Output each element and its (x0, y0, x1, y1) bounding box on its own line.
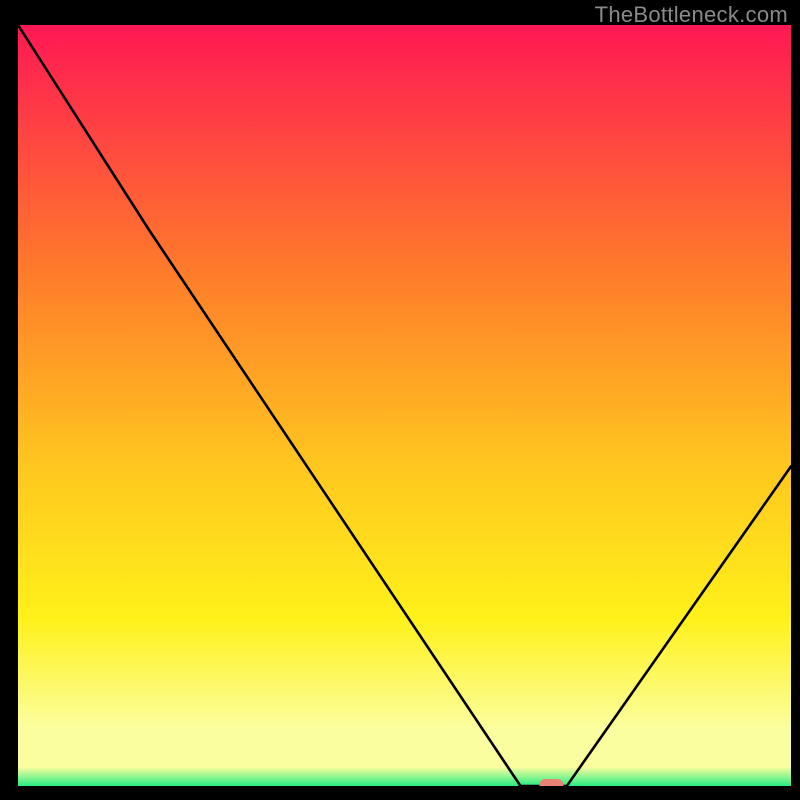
watermark-text: TheBottleneck.com (595, 2, 788, 28)
optimal-marker (539, 779, 563, 792)
chart-stage: TheBottleneck.com (0, 0, 800, 800)
plot-background (18, 25, 791, 786)
bottleneck-plot (0, 0, 800, 800)
